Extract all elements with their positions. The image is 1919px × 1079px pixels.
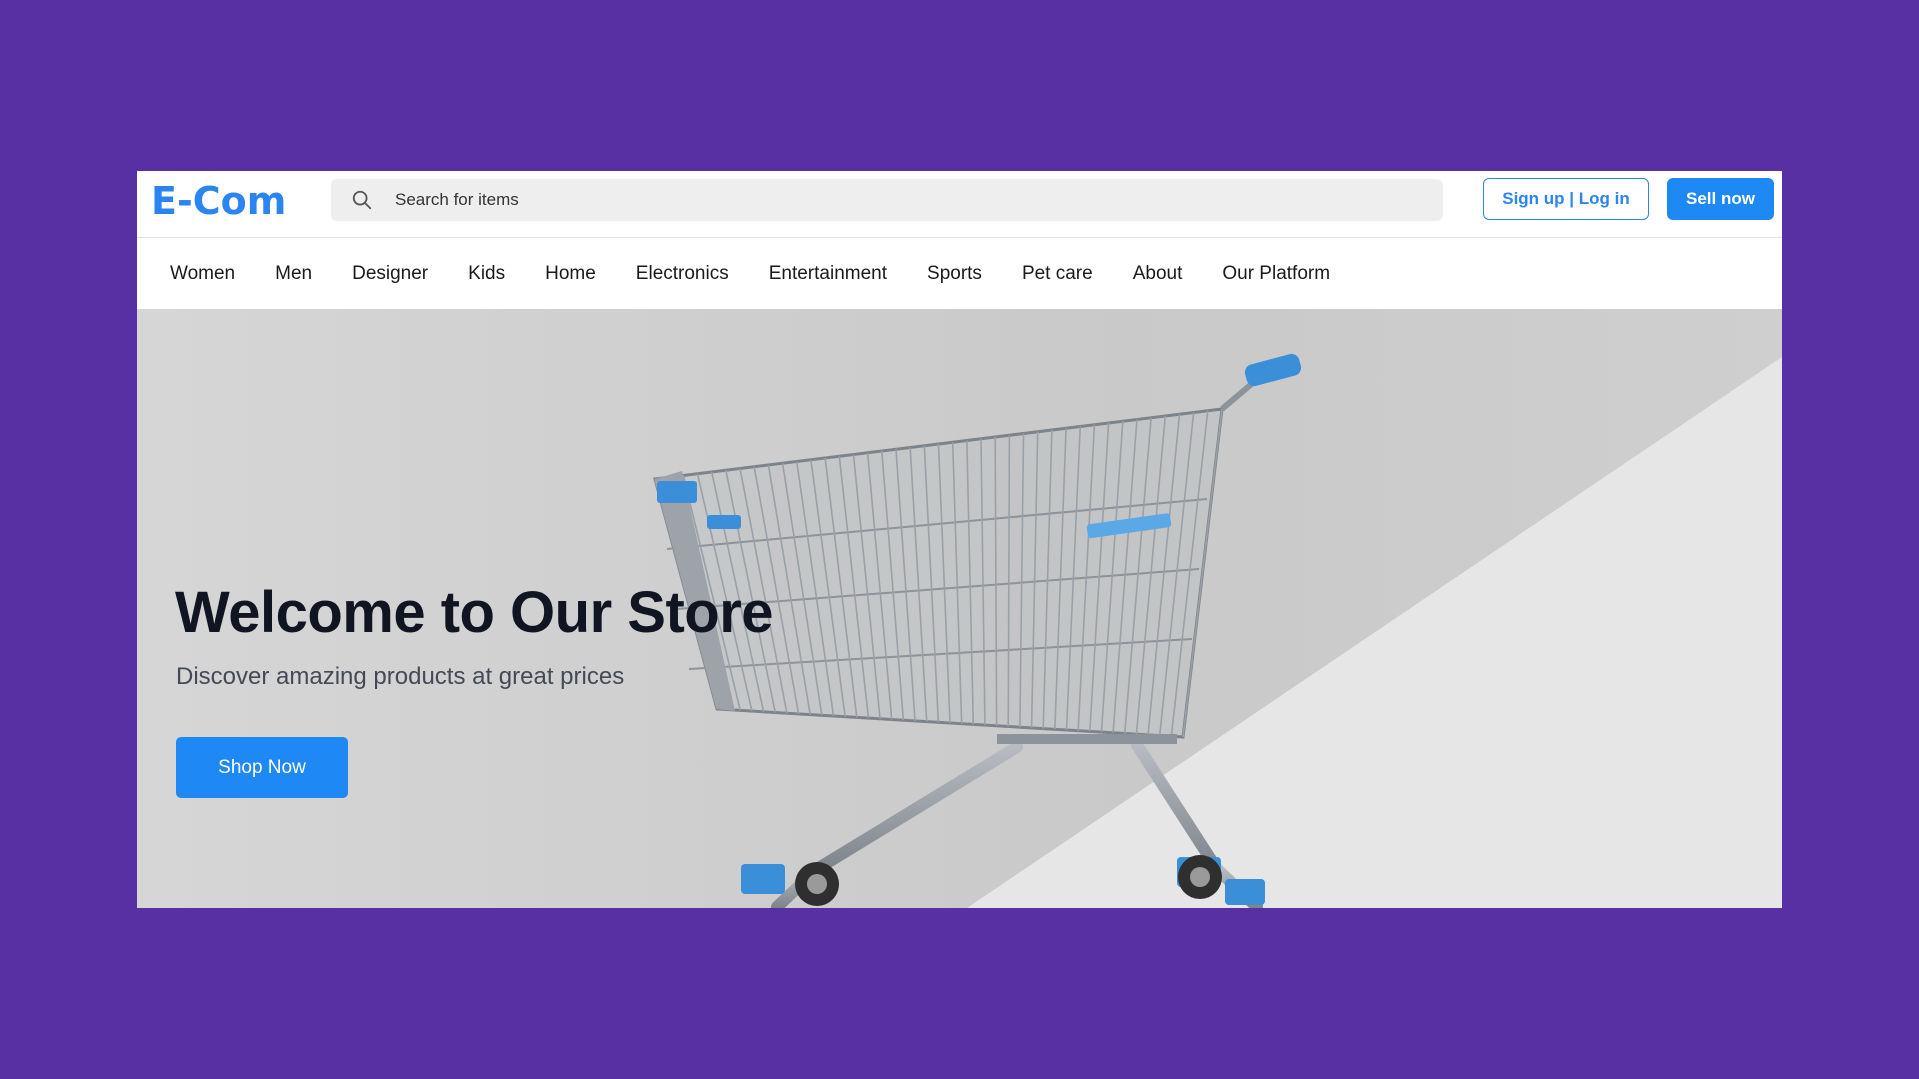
nav-item-women[interactable]: Women <box>170 263 235 285</box>
hero-subtitle: Discover amazing products at great price… <box>176 663 625 690</box>
nav-item-home[interactable]: Home <box>545 263 596 285</box>
nav-item-entertainment[interactable]: Entertainment <box>769 263 887 285</box>
browser-page: E-Com Sign up | Log in Sell now Women Me… <box>137 171 1782 908</box>
sell-now-button[interactable]: Sell now <box>1667 178 1774 220</box>
nav-item-designer[interactable]: Designer <box>352 263 428 285</box>
search-input[interactable] <box>395 179 1415 221</box>
search-bar[interactable] <box>331 179 1443 221</box>
shop-now-button[interactable]: Shop Now <box>176 737 348 798</box>
nav-item-pet-care[interactable]: Pet care <box>1022 263 1093 285</box>
nav-item-kids[interactable]: Kids <box>468 263 505 285</box>
nav-item-about[interactable]: About <box>1133 263 1183 285</box>
signup-login-button[interactable]: Sign up | Log in <box>1483 178 1649 220</box>
hero-banner: Welcome to Our Store Discover amazing pr… <box>137 309 1782 908</box>
nav-item-electronics[interactable]: Electronics <box>636 263 729 285</box>
site-logo[interactable]: E-Com <box>151 179 286 223</box>
hero-title: Welcome to Our Store <box>175 580 774 645</box>
nav-item-sports[interactable]: Sports <box>927 263 982 285</box>
category-nav-list: Women Men Designer Kids Home Electronics… <box>170 238 1370 309</box>
header-bar: E-Com Sign up | Log in Sell now <box>137 171 1782 238</box>
search-icon[interactable] <box>351 189 373 211</box>
category-nav: Women Men Designer Kids Home Electronics… <box>137 238 1782 309</box>
nav-item-our-platform[interactable]: Our Platform <box>1222 263 1330 285</box>
nav-item-men[interactable]: Men <box>275 263 312 285</box>
